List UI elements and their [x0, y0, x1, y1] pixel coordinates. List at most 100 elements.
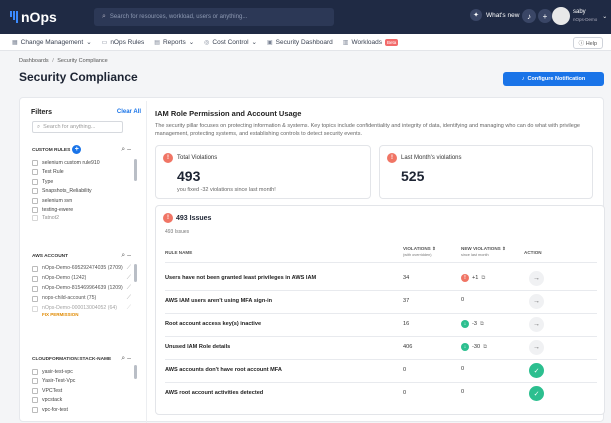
checkbox[interactable] [32, 397, 38, 404]
fix-permission-link[interactable]: FIX PERMISSION [42, 312, 131, 317]
pin-icon[interactable]: ⟋ [127, 285, 131, 291]
main-panel: Filters Clear All ⌕ Search for anything.… [19, 97, 605, 423]
nav-nops-rules[interactable]: ▭ nOps Rules [102, 39, 145, 46]
breadcrumb-root[interactable]: Dashboards [19, 58, 49, 64]
filter-option[interactable]: Snapshots_Reliability [32, 187, 131, 197]
view-rule-button[interactable]: → [529, 271, 544, 286]
section-description: The security pillar focuses on protectin… [155, 123, 580, 137]
filter-option[interactable]: Tatnot2 [32, 215, 131, 221]
filter-option[interactable]: testing-ewere [32, 206, 131, 216]
filter-option[interactable]: Test Rule [32, 168, 131, 178]
help-icon: ⓘ [578, 41, 586, 47]
filter-option[interactable]: selenium svn [32, 196, 131, 206]
scrollbar[interactable] [134, 365, 137, 379]
compliant-check-icon[interactable]: ✓ [529, 363, 544, 378]
clear-all-button[interactable]: Clear All [117, 109, 141, 115]
pin-icon[interactable]: ⟋ [127, 295, 131, 301]
logo-icon [10, 11, 18, 23]
filter-option[interactable]: VPCTest [32, 386, 131, 396]
filter-option[interactable]: selenium custom rule910 [32, 158, 131, 168]
view-rule-button[interactable]: → [529, 340, 544, 355]
add-custom-rule-button[interactable]: + [72, 145, 82, 154]
rule-name: AWS accounts don't have root account MFA [165, 367, 282, 373]
cloudformation-header: CLOUDFORMATION:STACK-NAME [32, 356, 112, 362]
filters-panel: Filters Clear All ⌕ Search for anything.… [26, 101, 147, 423]
external-link-icon[interactable]: ⧉ [481, 275, 485, 282]
account-option[interactable]: nops-child-account (75) ⟋ [32, 295, 131, 302]
checkbox[interactable] [32, 215, 38, 221]
checkbox[interactable] [32, 306, 38, 312]
external-link-icon[interactable]: ⧉ [480, 321, 484, 328]
account-option[interactable]: nOps-Demo (1242) ⟋ [32, 275, 131, 282]
section-search-icon[interactable]: ⌕ – [121, 355, 131, 363]
checkbox[interactable] [32, 378, 38, 385]
workload-icon: ▥ [342, 39, 349, 46]
col-rule-name: RULE NAME [165, 250, 193, 255]
account-option[interactable]: nOps-Demo-695292474035 (2709) ⟋ [32, 265, 131, 272]
filter-search-placeholder: Search for anything... [43, 124, 96, 130]
global-search-input[interactable]: ⌕ Search for resources, workload, users … [94, 8, 334, 26]
nav-security-dashboard[interactable]: ▣ Security Dashboard [267, 39, 333, 46]
external-link-icon[interactable]: ⧉ [483, 344, 487, 351]
chevron-down-icon: ⌄ [86, 39, 92, 46]
checkbox[interactable] [32, 286, 38, 292]
section-title: IAM Role Permission and Account Usage [155, 109, 302, 118]
rule-name: Unused IAM Role details [165, 344, 231, 350]
alert-icon: ! [163, 153, 173, 163]
filter-option[interactable]: vpc-for-test [32, 405, 131, 415]
nav-reports[interactable]: ▤ Reports ⌄ [154, 38, 194, 47]
scrollbar[interactable] [134, 159, 137, 181]
option-label: VPCTest [42, 387, 63, 394]
col-new-violations[interactable]: NEW VIOLATIONS ⇕ since last month [461, 246, 506, 258]
nav-cost-control[interactable]: ◎ Cost Control ⌄ [204, 38, 257, 47]
pin-icon[interactable]: ⟋ [127, 305, 131, 311]
nav-change-management[interactable]: ▦ Change Management ⌄ [12, 38, 92, 47]
bell-icon[interactable]: ♪ [522, 9, 536, 23]
divider [165, 262, 597, 263]
checkbox[interactable] [32, 197, 38, 204]
section-search-icon[interactable]: ⌕ – [121, 252, 131, 260]
account-option[interactable]: nOps-Demo-000013004052 (64) ⟋ [32, 305, 131, 312]
rule-name: AWS root account activities detected [165, 390, 264, 396]
filter-search-input[interactable]: ⌕ Search for anything... [32, 121, 123, 133]
pin-icon[interactable]: ⟋ [127, 265, 131, 271]
configure-notification-button[interactable]: ♪ Configure Notification [503, 72, 604, 86]
checkbox[interactable] [32, 387, 38, 394]
compliant-check-icon[interactable]: ✓ [529, 386, 544, 401]
whats-new-button[interactable]: ✦ What's new [470, 9, 519, 21]
rule-name: Users have not been granted least privil… [165, 275, 317, 281]
col-violations[interactable]: VIOLATIONS ⇕ (with overridden) [403, 246, 436, 258]
checkbox[interactable] [32, 276, 38, 282]
checkbox[interactable] [32, 406, 38, 413]
page-title: Security Compliance [19, 70, 138, 84]
checkbox[interactable] [32, 296, 38, 302]
filter-option[interactable]: vpcstack [32, 396, 131, 406]
checkbox[interactable] [32, 207, 38, 214]
brand-logo[interactable]: nOps [10, 9, 57, 25]
violations-count: 0 [403, 390, 407, 396]
view-rule-button[interactable]: → [529, 317, 544, 332]
nav-workloads[interactable]: ▥ Workloads Beta [342, 38, 399, 46]
checkbox[interactable] [32, 188, 38, 195]
account-option[interactable]: nOps-Demo-815469964639 (1209) ⟋ [32, 285, 131, 292]
filter-option[interactable]: Type [32, 177, 131, 187]
user-menu[interactable]: saby nOps-Demo ⌄ [552, 7, 607, 25]
option-label: Tatnot2 [42, 215, 60, 221]
scrollbar[interactable] [134, 264, 137, 282]
filter-option[interactable]: Yasir-Test-Vpc [32, 377, 131, 387]
pin-icon[interactable]: ⟋ [127, 275, 131, 281]
section-search-icon[interactable]: ⌕ – [121, 146, 131, 154]
view-rule-button[interactable]: → [529, 294, 544, 309]
configure-notification-label: Configure Notification [527, 76, 586, 82]
checkbox[interactable] [32, 368, 38, 375]
option-label: Yasir-Test-Vpc [42, 378, 76, 385]
add-icon[interactable]: + [538, 9, 552, 23]
issues-title: 493 Issues [176, 214, 212, 222]
help-button[interactable]: ⓘ Help [572, 37, 603, 49]
checkbox[interactable] [32, 178, 38, 185]
checkbox[interactable] [32, 169, 38, 176]
filter-option[interactable]: yasir-test-vpc [32, 367, 131, 377]
checkbox[interactable] [32, 159, 38, 166]
search-icon: ⌕ [37, 123, 41, 130]
checkbox[interactable] [32, 266, 38, 272]
